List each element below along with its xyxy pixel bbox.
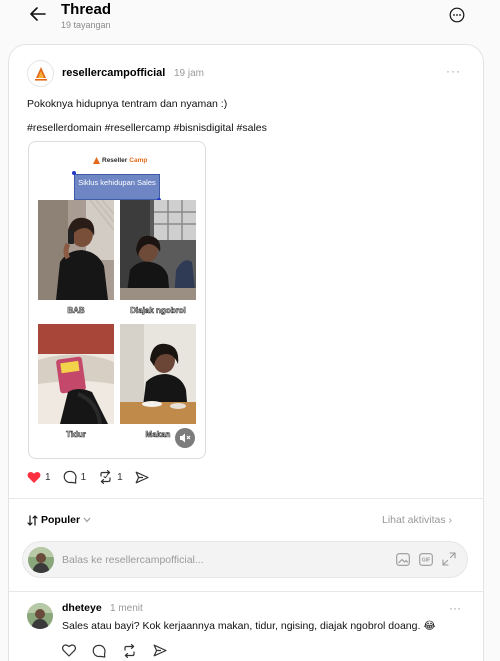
sort-icon [27, 514, 38, 526]
share-button[interactable] [135, 471, 149, 484]
avatar[interactable] [27, 60, 54, 87]
top-bar: Thread 19 tayangan [0, 0, 500, 40]
expand-icon[interactable] [441, 551, 457, 567]
panel-caption: Tidur [66, 430, 86, 440]
sort-dropdown[interactable]: Populer [27, 514, 91, 526]
like-button[interactable]: 1 [27, 471, 51, 484]
brand-logo: Reseller Camp [93, 157, 147, 164]
svg-text:GIF: GIF [422, 557, 430, 563]
view-activity-link[interactable]: Lihat aktivitas › [382, 514, 452, 526]
chevron-down-icon [83, 515, 91, 525]
view-count: 19 tayangan [61, 20, 111, 30]
avatar[interactable] [28, 547, 54, 573]
photo-makan: Makan [120, 324, 196, 439]
comment-count: 1 [80, 471, 87, 483]
repost-button[interactable]: 1 [98, 470, 123, 484]
comment-actions [62, 644, 167, 658]
heart-icon [27, 471, 41, 483]
comment-text: Sales atau bayi? Kok kerjaannya makan, t… [62, 620, 436, 632]
post-hashtags[interactable]: #resellerdomain #resellercamp #bisnisdig… [27, 122, 267, 134]
handle-dot [72, 171, 76, 175]
post-more-button[interactable]: ··· [446, 64, 461, 78]
sort-label: Populer [41, 514, 81, 526]
post-actions: 1 1 1 [27, 470, 161, 484]
share-icon [135, 471, 149, 483]
back-arrow-icon[interactable] [26, 2, 50, 26]
repost-icon[interactable] [122, 644, 137, 658]
media-heading: Siklus kehidupan Sales [74, 174, 160, 200]
post-username[interactable]: resellercampofficial [62, 67, 165, 79]
comment-username[interactable]: dheteye [62, 602, 102, 614]
like-count: 1 [45, 471, 51, 483]
comment-more-button[interactable]: ··· [449, 601, 461, 615]
avatar[interactable] [27, 603, 53, 629]
share-icon[interactable] [153, 644, 167, 658]
image-icon[interactable] [395, 551, 411, 567]
brand-name-1: Reseller [102, 157, 128, 164]
page-title: Thread [61, 1, 112, 18]
more-circle-icon[interactable] [447, 5, 467, 25]
mute-icon[interactable] [175, 428, 195, 448]
brand-name-2: Camp [129, 157, 148, 164]
reply-input[interactable] [62, 552, 362, 568]
post-time: 19 jam [174, 68, 205, 79]
comment-button[interactable]: 1 [63, 470, 87, 484]
photo-tidur: Tidur [38, 324, 114, 439]
panel-caption: BAB [67, 306, 85, 316]
comment-icon [63, 470, 77, 484]
post-text: Pokoknya hidupnya tentram dan nyaman :) [27, 98, 228, 110]
panel-caption: Diajak ngobrol [130, 306, 186, 316]
photo-diajak-ngobrol: Diajak ngobrol [120, 200, 196, 315]
divider [9, 498, 483, 499]
repost-icon [100, 470, 111, 484]
heart-icon[interactable] [62, 644, 76, 658]
gif-icon[interactable]: GIF [418, 551, 434, 567]
post-media[interactable]: ResellerCamp Siklus kehidupan Sales BAB [28, 141, 206, 459]
divider [9, 591, 483, 592]
comment-icon[interactable] [92, 644, 106, 658]
repost-count: 1 [117, 471, 123, 483]
photo-bab: BAB [38, 199, 115, 315]
comment-time: 1 menit [110, 603, 143, 614]
